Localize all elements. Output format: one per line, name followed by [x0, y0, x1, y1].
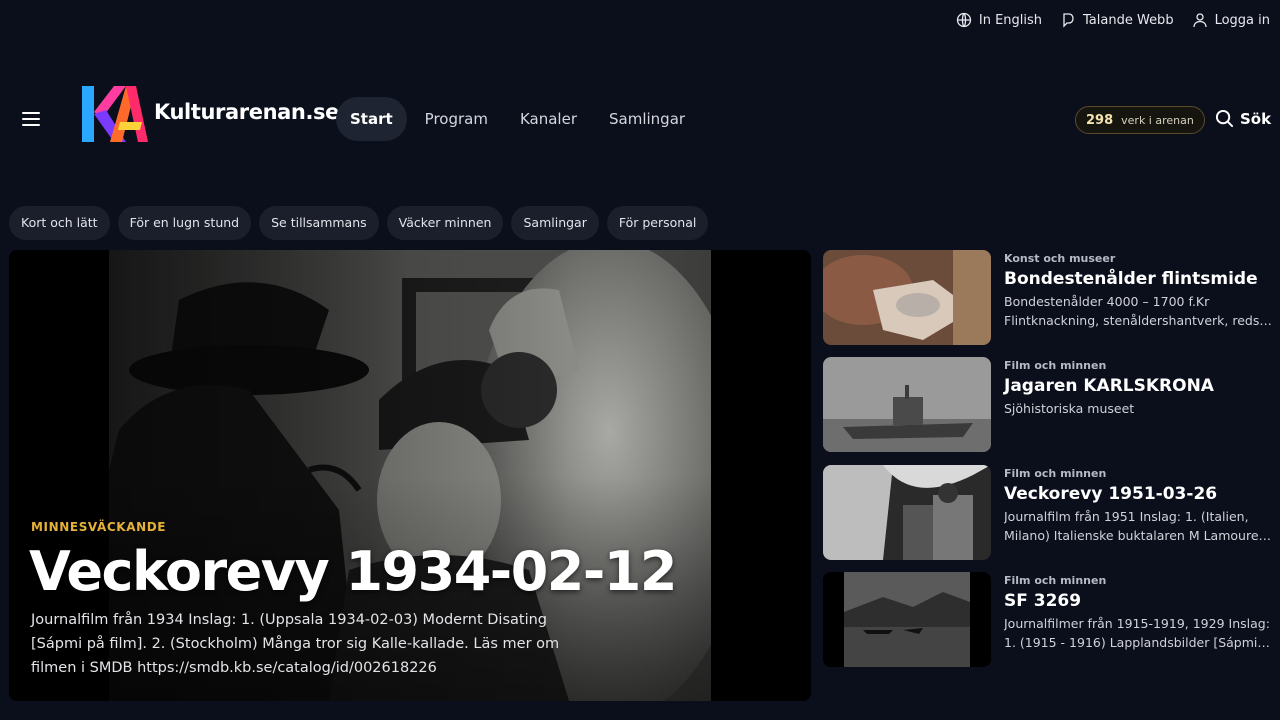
hamburger-icon[interactable]	[20, 108, 42, 130]
card-subtitle-line1: Bondestenålder 4000 – 1700 f.Kr	[1004, 294, 1210, 309]
speech-icon	[1063, 13, 1074, 28]
search-button[interactable]: Sök	[1215, 109, 1271, 128]
login-label: Logga in	[1214, 12, 1270, 28]
hero-feature[interactable]: MINNESVÄCKANDE Veckorevy 1934-02-12 Jour…	[9, 250, 811, 701]
card-subtitle-line2: Flintknackning, stenåldershantverk, reds…	[1004, 313, 1272, 328]
kulturarenan-logo[interactable]	[80, 82, 150, 146]
thumbnail	[823, 572, 991, 667]
talande-webb-link[interactable]: Talande Webb	[1060, 12, 1174, 28]
hero-tag: MINNESVÄCKANDE	[31, 520, 167, 534]
hero-title[interactable]: Veckorevy 1934-02-12	[29, 540, 677, 603]
top-utility-bar: In English Talande Webb Logga in	[0, 0, 1280, 40]
chip-samlingar[interactable]: Samlingar	[511, 206, 599, 240]
globe-icon	[956, 12, 972, 28]
talande-webb-label: Talande Webb	[1083, 12, 1174, 28]
card-subtitle-line1: Journalfilm från 1951 Inslag: 1. (Italie…	[1004, 509, 1249, 524]
card-subtitle-line1: Journalfilmer från 1915-1919, 1929 Insla…	[1004, 616, 1270, 631]
thumbnail	[823, 357, 991, 452]
list-item[interactable]: Konst och museer Bondestenålder flintsmi…	[823, 250, 1273, 345]
card-category: Film och minnen	[1004, 574, 1107, 587]
card-subtitle: Journalfilm från 1951 Inslag: 1. (Italie…	[1004, 507, 1272, 545]
thumbnail-image-flint	[823, 250, 991, 345]
search-label: Sök	[1240, 109, 1272, 128]
card-subtitle: Sjöhistoriska museet	[1004, 399, 1272, 418]
card-category: Konst och museer	[1004, 252, 1116, 265]
in-english-label: In English	[978, 12, 1043, 28]
list-item[interactable]: Film och minnen Jagaren KARLSKRONA Sjöhi…	[823, 357, 1273, 452]
nav-kanaler[interactable]: Kanaler	[506, 97, 591, 141]
card-category: Film och minnen	[1004, 467, 1107, 480]
in-english-link[interactable]: In English	[956, 12, 1042, 28]
login-link[interactable]: Logga in	[1192, 12, 1270, 28]
chip-kort-och-latt[interactable]: Kort och lätt	[9, 206, 110, 240]
site-header: Kulturarenan.se Start Program Kanaler Sa…	[0, 80, 1280, 160]
thumbnail-image-ship	[823, 357, 991, 452]
nav-samlingar[interactable]: Samlingar	[595, 97, 699, 141]
user-icon	[1192, 13, 1207, 28]
thumbnail	[823, 465, 991, 560]
card-subtitle-line2: 1. (1915 - 1916) Lapplandsbilder [Sápmi …	[1004, 635, 1272, 650]
chip-vacker-minnen[interactable]: Väcker minnen	[386, 206, 504, 240]
list-item[interactable]: Film och minnen SF 3269 Journalfilmer fr…	[823, 572, 1273, 667]
main-nav: Start Program Kanaler Samlingar	[336, 97, 699, 141]
search-icon	[1215, 109, 1234, 128]
chip-se-tillsammans[interactable]: Se tillsammans	[259, 206, 379, 240]
card-subtitle: Bondestenålder 4000 – 1700 f.Kr Flintkna…	[1004, 292, 1272, 330]
chip-for-personal[interactable]: För personal	[606, 206, 709, 240]
list-item[interactable]: Film och minnen Veckorevy 1951-03-26 Jou…	[823, 465, 1273, 560]
works-count-badge: 298 verk i arenan	[1075, 106, 1205, 134]
card-title[interactable]: Veckorevy 1951-03-26	[1004, 484, 1272, 504]
nav-start[interactable]: Start	[336, 97, 407, 141]
thumbnail-image-lake	[823, 572, 991, 667]
category-chips: Kort och lätt För en lugn stund Se tills…	[9, 206, 709, 240]
nav-program[interactable]: Program	[411, 97, 502, 141]
works-count-label: verk i arenan	[1121, 113, 1194, 127]
card-category: Film och minnen	[1004, 359, 1107, 372]
logo-text[interactable]: Kulturarenan.se	[154, 100, 339, 124]
thumbnail-image-veckorevy	[823, 465, 991, 560]
chip-lugn-stund[interactable]: För en lugn stund	[117, 206, 252, 240]
card-subtitle-line1: Sjöhistoriska museet	[1004, 401, 1135, 416]
works-count: 298	[1086, 112, 1114, 128]
thumbnail	[823, 250, 991, 345]
card-subtitle-line2: Milano) Italienske buktalaren M Lamouret…	[1004, 528, 1272, 543]
card-title[interactable]: SF 3269	[1004, 591, 1272, 611]
card-title[interactable]: Bondestenålder flintsmide	[1004, 269, 1272, 289]
card-subtitle: Journalfilmer från 1915-1919, 1929 Insla…	[1004, 614, 1272, 652]
hero-description: Journalfilm från 1934 Inslag: 1. (Uppsal…	[31, 612, 560, 676]
card-title[interactable]: Jagaren KARLSKRONA	[1004, 376, 1272, 396]
